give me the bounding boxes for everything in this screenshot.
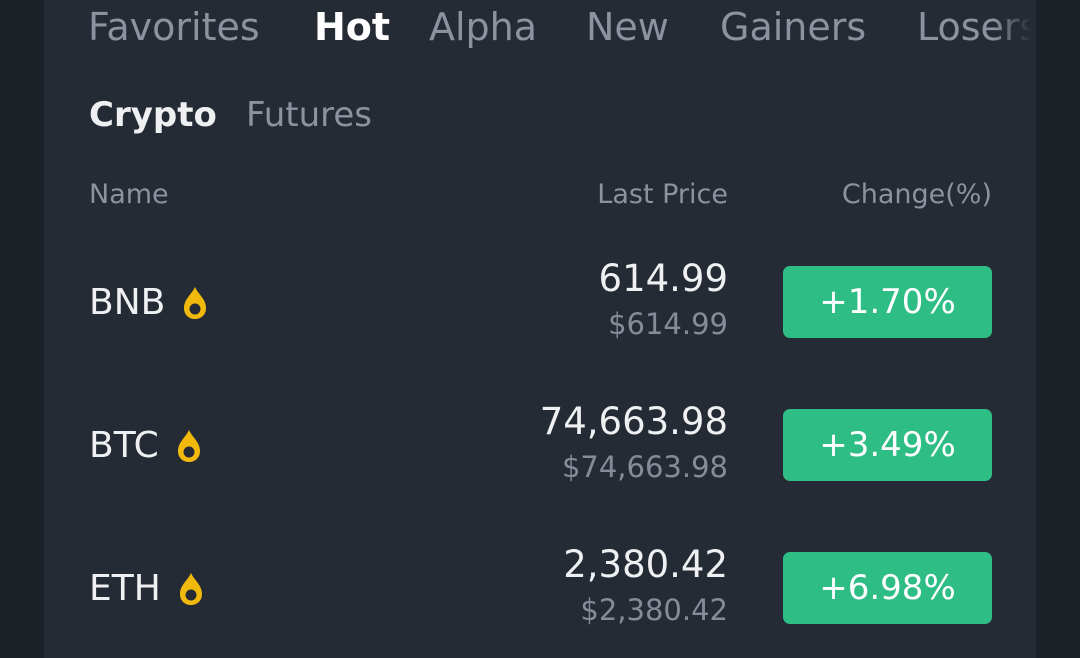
fiat-price: $74,663.98 bbox=[561, 450, 728, 484]
last-price: 2,380.42 bbox=[563, 543, 728, 586]
tab-hot[interactable]: Hot bbox=[314, 4, 390, 50]
symbol-cell: BNB bbox=[89, 280, 211, 326]
change-badge[interactable]: +3.49% bbox=[783, 409, 992, 481]
symbol-label: BTC bbox=[89, 425, 159, 466]
tab-losers[interactable]: Losers bbox=[917, 4, 1036, 50]
market-row-bnb[interactable]: BNB 614.99 $614.99 +1.70% bbox=[44, 242, 1036, 362]
market-panel: Favorites Hot Alpha New Gainers Losers C… bbox=[44, 0, 1036, 658]
column-header-name[interactable]: Name bbox=[89, 178, 169, 212]
tab-new[interactable]: New bbox=[586, 4, 669, 50]
fiat-price: $2,380.42 bbox=[580, 593, 728, 627]
change-badge[interactable]: +1.70% bbox=[783, 266, 992, 338]
hot-flame-icon bbox=[184, 287, 207, 319]
symbol-label: BNB bbox=[89, 282, 166, 323]
column-header-last-price[interactable]: Last Price bbox=[597, 178, 728, 212]
column-header-change[interactable]: Change(%) bbox=[842, 178, 992, 212]
market-row-btc[interactable]: BTC 74,663.98 $74,663.98 +3.49% bbox=[44, 385, 1036, 505]
subtab-futures[interactable]: Futures bbox=[246, 94, 372, 136]
hot-flame-icon bbox=[179, 573, 202, 605]
symbol-cell: BTC bbox=[89, 423, 205, 469]
symbol-label: ETH bbox=[89, 568, 161, 609]
last-price: 74,663.98 bbox=[539, 400, 728, 443]
market-row-eth[interactable]: ETH 2,380.42 $2,380.42 +6.98% bbox=[44, 528, 1036, 648]
market-category-tabs: Favorites Hot Alpha New Gainers Losers bbox=[88, 4, 1036, 54]
tab-favorites[interactable]: Favorites bbox=[88, 4, 260, 50]
symbol-cell: ETH bbox=[89, 566, 207, 612]
subtab-crypto[interactable]: Crypto bbox=[89, 94, 217, 136]
hot-flame-icon bbox=[177, 430, 200, 462]
tab-gainers[interactable]: Gainers bbox=[720, 4, 866, 50]
last-price: 614.99 bbox=[598, 257, 728, 300]
change-badge[interactable]: +6.98% bbox=[783, 552, 992, 624]
tab-alpha[interactable]: Alpha bbox=[429, 4, 537, 50]
fiat-price: $614.99 bbox=[608, 307, 728, 341]
